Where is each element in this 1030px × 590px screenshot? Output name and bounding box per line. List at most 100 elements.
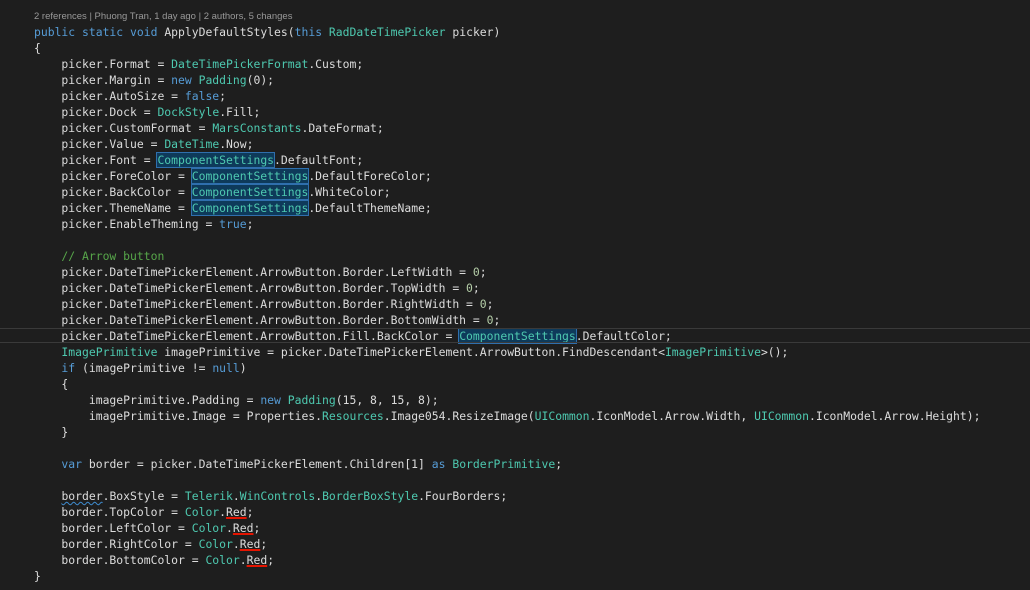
code-token: new [260,393,288,407]
code-line[interactable]: { [34,40,980,56]
code-token: Color [184,505,220,519]
code-token: DockStyle [157,105,220,119]
code-line[interactable]: picker.Dock = DockStyle.Fill; [34,104,980,120]
code-line[interactable]: imagePrimitive.Image = Properties.Resour… [34,408,981,424]
code-line[interactable]: picker.Format = DateTimePickerFormat.Cus… [34,56,980,72]
code-line[interactable]: border.BoxStyle = Telerik.WinControls.Bo… [34,488,980,504]
code-token: (0); [246,73,275,87]
code-token: ) [239,361,247,375]
code-token: BorderBoxStyle [322,489,419,503]
code-line[interactable]: border.TopColor = Color.Red; [34,504,980,520]
code-line[interactable] [34,440,980,456]
code-token: ; [267,553,275,567]
code-token: border = picker.DateTimePickerElement.Ch… [82,457,432,471]
code-token: { [34,377,69,391]
code-line[interactable]: picker.ThemeName = ComponentSettings.Def… [34,200,980,216]
code-line[interactable]: picker.Margin = new Padding(0); [34,72,980,88]
code-token: picker.AutoSize = [34,89,185,103]
code-token: picker.BackColor = [34,185,192,199]
code-token: border.LeftColor = [34,521,192,535]
code-token: ; [246,505,254,519]
code-token: RadDateTimePicker [328,25,446,39]
code-token: picker.ForeColor = [34,169,192,183]
code-line[interactable]: picker.DateTimePickerElement.ArrowButton… [34,264,980,280]
code-line[interactable]: picker.DateTimePickerElement.ArrowButton… [34,312,980,328]
code-token: .Custom; [308,57,364,71]
code-token: this [294,25,329,39]
code-token: ApplyDefaultStyles( [164,25,295,39]
code-token: DateTimePickerFormat [171,57,309,71]
code-token: .DefaultFont; [274,153,364,167]
code-token: .DefaultThemeName; [308,201,432,215]
code-line[interactable]: var border = picker.DateTimePickerElemen… [34,456,980,472]
code-token: ; [479,265,487,279]
code-token: UICommon [534,409,590,423]
code-line[interactable]: picker.DateTimePickerElement.ArrowButton… [0,328,1030,344]
code-token: ; [486,297,494,311]
code-token: Color [198,537,233,551]
code-line[interactable] [34,232,980,248]
code-token: .DefaultForeColor; [308,169,432,183]
code-token: // Arrow button [34,249,165,263]
code-line[interactable]: border.LeftColor = Color.Red; [34,520,980,536]
code-token: picker.Value = [34,137,165,151]
code-token: ComponentSettings [190,184,310,200]
code-token: border.BottomColor = [34,553,206,567]
code-token: picker.DateTimePickerElement.ArrowButton… [34,297,480,311]
code-token: .DateFormat; [301,121,384,135]
code-token: } [34,569,41,583]
code-token: ; [493,313,501,327]
code-token: Red [232,521,254,535]
code-line[interactable]: picker.Font = ComponentSettings.DefaultF… [34,152,980,168]
code-token: ComponentSettings [458,328,577,344]
code-line[interactable]: picker.BackColor = ComponentSettings.Whi… [34,184,980,200]
code-token: ; [253,521,261,535]
code-line[interactable]: } [34,568,980,584]
code-line[interactable]: public static void ApplyDefaultStyles(th… [34,24,980,40]
code-token: 0 [472,265,480,279]
code-line[interactable]: picker.DateTimePickerElement.ArrowButton… [34,296,980,312]
code-token: ComponentSettings [190,168,310,184]
code-token: ComponentSettings [156,152,276,168]
code-token: } [34,425,69,439]
code-token: DateTime [164,137,220,151]
code-token: Red [239,537,261,551]
code-line[interactable]: // Arrow button [34,248,980,264]
code-token: if [34,361,76,375]
code-token: picker.Margin = [34,73,172,87]
code-token: ; [260,537,268,551]
code-token: picker.DateTimePickerElement.ArrowButton… [34,281,467,295]
code-token: 0 [479,297,487,311]
code-line[interactable]: border.BottomColor = Color.Red; [34,552,980,568]
code-line[interactable]: ImagePrimitive imagePrimitive = picker.D… [34,344,980,360]
code-token: ; [555,457,563,471]
code-line[interactable]: picker.CustomFormat = MarsConstants.Date… [34,120,980,136]
code-line[interactable]: picker.AutoSize = false; [34,88,980,104]
code-token: MarsConstants [212,121,302,135]
code-line[interactable]: } [34,424,980,440]
code-token: .BoxStyle = [102,489,185,503]
code-token: (imagePrimitive != [75,361,213,375]
code-token: .DefaultColor; [575,329,672,343]
code-line[interactable]: border.RightColor = Color.Red; [34,536,980,552]
code-line[interactable]: picker.ForeColor = ComponentSettings.Def… [34,168,980,184]
code-area[interactable]: public static void ApplyDefaultStyles(th… [0,24,1030,584]
code-token: Padding [287,393,336,407]
code-line[interactable]: picker.DateTimePickerElement.ArrowButton… [34,280,980,296]
code-token: ; [246,217,254,231]
code-token: public static void [34,25,165,39]
code-line[interactable]: { [34,376,980,392]
code-token: picker.Dock = [34,105,158,119]
code-token: picker.DateTimePickerElement.ArrowButton… [34,313,487,327]
code-line[interactable] [34,472,980,488]
code-line[interactable]: picker.Value = DateTime.Now; [34,136,980,152]
code-line[interactable]: imagePrimitive.Padding = new Padding(15,… [34,392,980,408]
code-token: . [239,553,247,567]
codelens-info[interactable]: 2 references | Phuong Tran, 1 day ago | … [34,10,292,24]
code-token: picker.Format = [34,57,172,71]
code-line[interactable]: picker.EnableTheming = true; [34,216,980,232]
code-editor[interactable]: 2 references | Phuong Tran, 1 day ago | … [0,0,1030,590]
code-line[interactable]: if (imagePrimitive != null) [34,360,980,376]
code-token: picker.Font = [34,153,158,167]
code-token: 0 [466,281,473,295]
